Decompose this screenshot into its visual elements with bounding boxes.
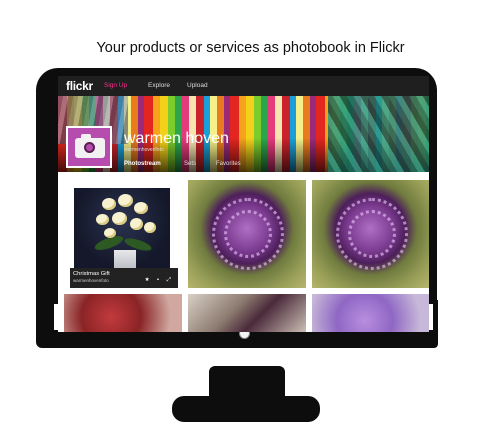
monitor-stand-base [172,396,320,422]
photo-title[interactable]: Christmas Gift [73,271,110,277]
profile-tabs: Photostream Sets Favorites [58,160,429,172]
nav-item-you[interactable]: Sign Up [104,82,127,89]
photo-tile-lilac-allium[interactable] [312,294,429,332]
flickr-navbar: flickr Sign Up Explore Upload [58,76,429,96]
tab-sets[interactable]: Sets [184,161,196,167]
orchid-flower [118,194,133,207]
flickr-logo[interactable]: flickr [66,79,93,93]
page-caption: Your products or services as photobook i… [96,40,405,56]
profile-subline: warmenhovenfoto [124,147,164,153]
orchid-flower [144,222,156,233]
profile-username: warmen hoven [124,130,229,147]
tab-photostream[interactable]: Photostream [124,161,161,167]
orchid-flower [96,214,109,225]
photo-tile-allium-1[interactable] [188,180,306,288]
tab-favorites[interactable]: Favorites [216,161,241,167]
photo-tile-dark-blooms[interactable] [188,294,306,332]
photo-tile-allium-2[interactable] [312,180,429,288]
allium-flowerhead-inner [224,210,272,258]
orchid-flower [102,198,116,210]
photo-author[interactable]: warmenhovenfoto [73,278,109,283]
orchid-photo [74,188,170,270]
flower-pot [114,250,136,270]
allium-flowerhead-inner [348,210,396,258]
photo-tile-red-flowers[interactable] [64,294,182,332]
photo-tile-orchids[interactable]: Christmas Gift warmenhovenfoto ★ ▪ ⤢ [64,180,182,288]
camera-lens-icon [84,142,95,153]
orchid-flower [104,228,116,238]
orchid-flower [130,218,143,230]
photo-caption-bar: Christmas Gift warmenhovenfoto ★ ▪ ⤢ [70,268,178,288]
nav-item-explore[interactable]: Explore [148,82,170,89]
nav-item-upload[interactable]: Upload [187,82,208,89]
flickr-screen: flickr Sign Up Explore Upload warmen hov… [58,76,429,332]
orchid-flower [112,212,127,225]
photo-action-icons[interactable]: ★ ▪ ⤢ [145,277,174,284]
orchid-flower [134,202,148,214]
